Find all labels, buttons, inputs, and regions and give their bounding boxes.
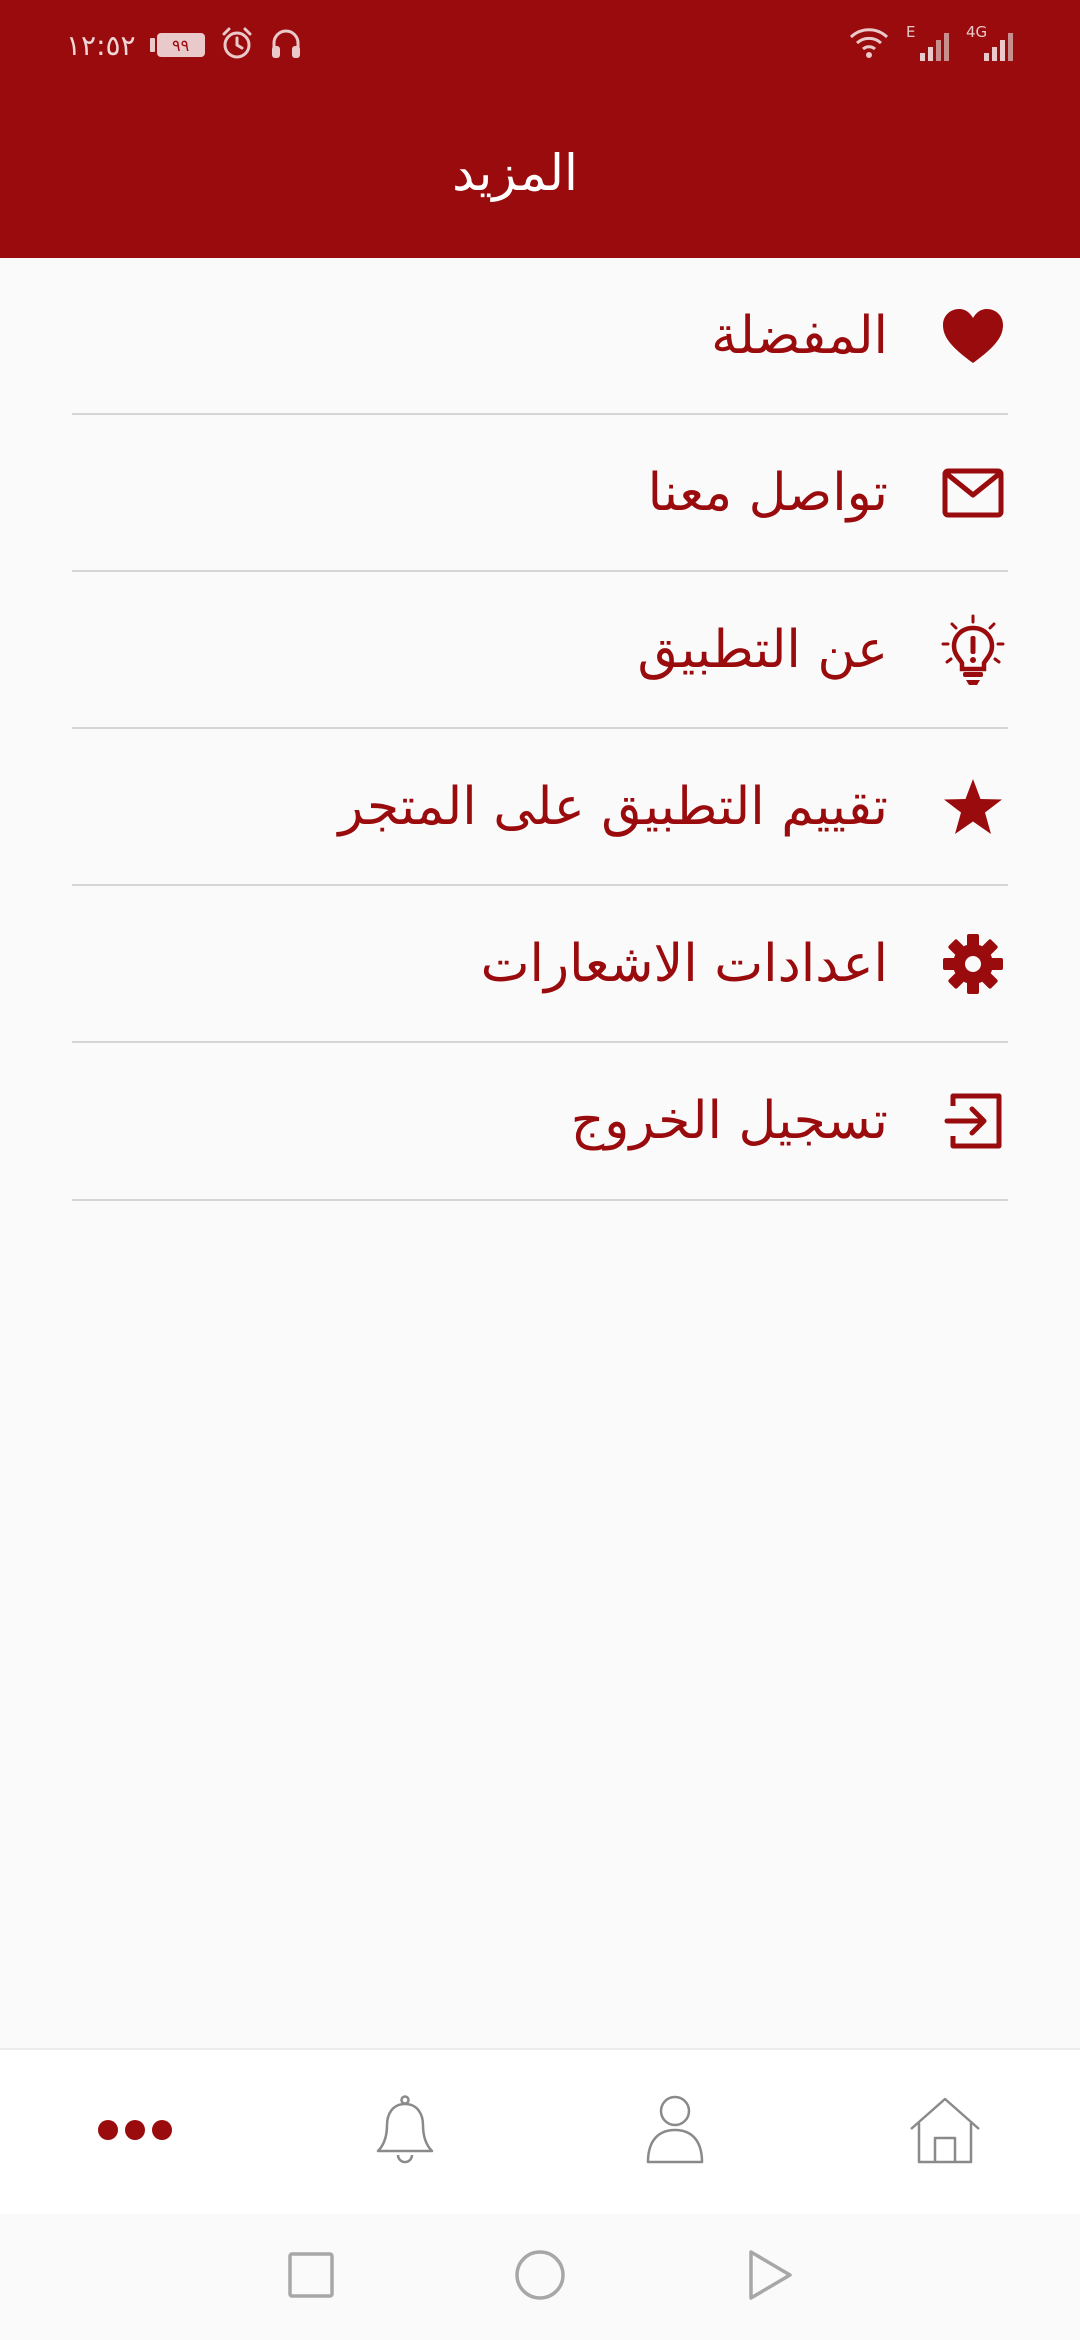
nav-home-button[interactable]	[810, 2050, 1080, 2214]
gear-icon	[938, 929, 1008, 999]
back-button[interactable]	[725, 2232, 815, 2322]
menu-item-rate-app[interactable]: تقييم التطبيق على المتجر	[72, 729, 1008, 886]
menu-item-contact-us[interactable]: تواصل معنا	[72, 415, 1008, 572]
envelope-icon	[938, 458, 1008, 528]
wifi-icon	[848, 25, 890, 65]
battery-level: ٩٩	[156, 33, 205, 57]
recents-button[interactable]	[266, 2232, 356, 2322]
home-circle-icon	[514, 2249, 566, 2305]
menu-item-about-app[interactable]: عن التطبيق	[72, 572, 1008, 729]
alarm-icon	[219, 25, 255, 65]
menu-item-notification-settings[interactable]: اعدادات الاشعارات	[72, 886, 1008, 1043]
menu-item-label: عن التطبيق	[637, 619, 888, 680]
page-title: المزيد	[452, 144, 578, 202]
status-bar: ١٢:٥٢ ٩٩ E 4G	[0, 0, 1080, 90]
bottom-navigation	[0, 2048, 1080, 2214]
signal-4g-icon: 4G	[966, 23, 1014, 63]
lightbulb-icon	[938, 614, 1008, 685]
menu-item-label: تقييم التطبيق على المتجر	[338, 776, 888, 837]
nav-profile-button[interactable]	[540, 2050, 810, 2214]
more-screen: ١٢:٥٢ ٩٩ E 4G المزيد المفضلة تواصل معنا …	[0, 0, 1080, 2340]
menu-item-label: المفضلة	[711, 305, 888, 366]
menu-item-favorites[interactable]: المفضلة	[72, 258, 1008, 415]
nav-more-button[interactable]	[0, 2050, 270, 2214]
recents-square-icon	[288, 2252, 334, 2302]
bell-icon	[374, 2095, 436, 2169]
menu-item-label: اعدادات الاشعارات	[480, 933, 888, 994]
headphones-icon	[269, 25, 303, 65]
app-header: ١٢:٥٢ ٩٩ E 4G المزيد	[0, 0, 1080, 258]
more-dots-icon	[97, 2119, 173, 2145]
status-time: ١٢:٥٢	[66, 28, 136, 62]
heart-icon	[938, 301, 1008, 371]
signal-e-icon: E	[906, 23, 950, 63]
system-home-button[interactable]	[495, 2232, 585, 2322]
more-menu-list: المفضلة تواصل معنا عن التطبيق تقييم التط…	[72, 258, 1008, 1201]
user-icon	[645, 2094, 705, 2170]
back-triangle-icon	[747, 2249, 793, 2305]
nav-notifications-button[interactable]	[270, 2050, 540, 2214]
menu-item-label: تواصل معنا	[647, 462, 888, 523]
status-right-group: E 4G	[848, 23, 1014, 66]
battery-icon: ٩٩	[149, 33, 205, 57]
star-icon	[938, 772, 1008, 842]
menu-item-label: تسجيل الخروج	[570, 1091, 888, 1151]
status-left-group: ١٢:٥٢ ٩٩	[66, 24, 303, 66]
home-icon	[908, 2096, 982, 2168]
system-navigation-bar	[0, 2214, 1080, 2340]
menu-item-logout[interactable]: تسجيل الخروج	[72, 1043, 1008, 1201]
logout-icon	[938, 1086, 1008, 1156]
